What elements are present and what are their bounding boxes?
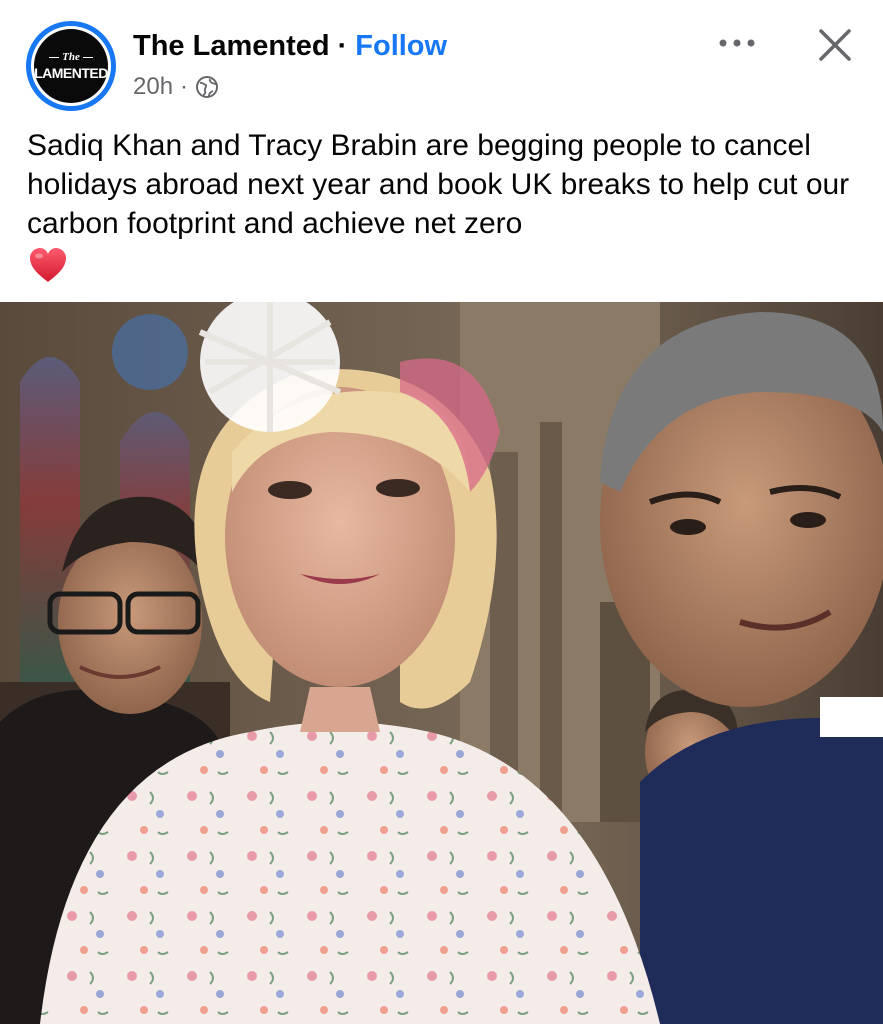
photo-illustration bbox=[0, 302, 883, 1024]
post-meta: 20h · bbox=[133, 72, 219, 102]
logo-main-text: LAMENTED bbox=[34, 65, 108, 81]
red-heart-icon bbox=[28, 246, 68, 284]
page-avatar[interactable]: The LAMENTED bbox=[26, 21, 116, 111]
more-horizontal-icon[interactable] bbox=[717, 28, 757, 58]
post-photo[interactable] bbox=[0, 302, 883, 1024]
close-icon[interactable] bbox=[816, 26, 854, 64]
page-name-link[interactable]: The Lamented bbox=[133, 30, 330, 63]
title-separator: · bbox=[337, 29, 348, 62]
post-header: The LAMENTED The Lamented · Follow 20h · bbox=[0, 0, 883, 120]
page-logo: The LAMENTED bbox=[34, 29, 108, 103]
post-title-row: The Lamented · Follow bbox=[133, 28, 447, 64]
post-timestamp[interactable]: 20h bbox=[133, 73, 173, 101]
meta-separator: · bbox=[180, 73, 189, 100]
post-message: Sadiq Khan and Tracy Brabin are begging … bbox=[27, 129, 850, 240]
follow-button[interactable]: Follow bbox=[355, 30, 447, 63]
logo-small-text: The bbox=[34, 51, 108, 63]
globe-icon[interactable] bbox=[195, 75, 219, 99]
